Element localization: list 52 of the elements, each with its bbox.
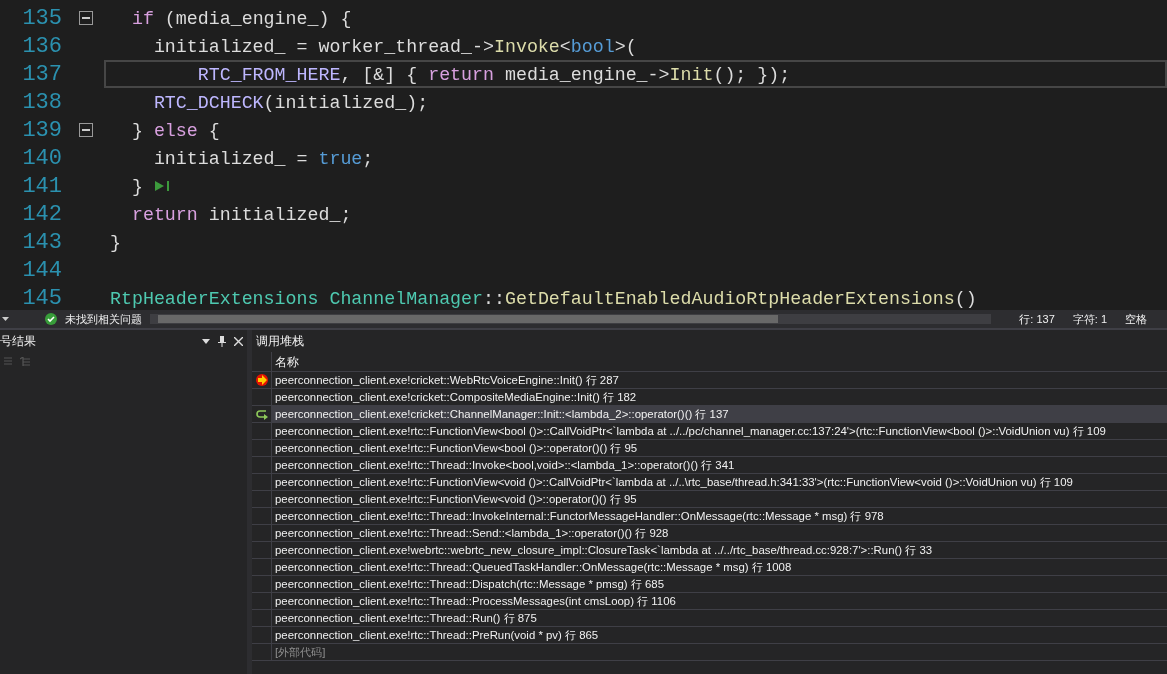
char-indicator: 字符: 1 — [1072, 311, 1107, 327]
stack-frame[interactable]: peerconnection_client.exe!cricket::WebRtcVoiceEngine::Init() 行 287 — [272, 372, 1167, 388]
dropdown-arrow-icon[interactable] — [202, 338, 210, 344]
code-line: if (media_engine_) { — [130, 8, 353, 31]
stack-frame[interactable]: peerconnection_client.exe!rtc::Thread::Dispatch(rtc::Message * pmsg) 行 685 — [272, 576, 1167, 592]
pin-icon[interactable] — [218, 335, 226, 347]
line-number: 138 — [21, 88, 63, 117]
pane-title[interactable]: 调用堆栈 — [256, 332, 304, 350]
code-line: } — [109, 232, 122, 255]
stack-frame[interactable]: peerconnection_client.exe!rtc::FunctionView<bool ()>::CallVoidPtr<`lambda at ../../pc/channel_manager.cc:137:24'>(rtc::FunctionView<bool ()>::VoidUnion vu) 行 109 — [272, 423, 1167, 439]
stack-frame[interactable]: peerconnection_client.exe!rtc::FunctionView<void ()>::operator()() 行 95 — [272, 491, 1167, 507]
check-icon — [45, 313, 57, 325]
line-indicator: 行: 137 — [1019, 311, 1055, 327]
stack-frame[interactable]: peerconnection_client.exe!rtc::Thread::Send::<lambda_1>::operator()() 行 928 — [272, 525, 1167, 541]
code-line: RtpHeaderExtensions ChannelManager::GetDefaultEnabledAudioRtpHeaderExtensions() — [109, 288, 978, 310]
pane-title[interactable]: 号结果 — [0, 332, 36, 350]
line-number: 137 — [21, 60, 63, 89]
collapse-icon[interactable] — [79, 11, 93, 25]
close-icon[interactable] — [234, 336, 243, 346]
issues-status[interactable]: 未找到相关问题 — [65, 310, 142, 328]
spacing-indicator: 空格 — [1125, 311, 1147, 327]
code-line: return initialized_; — [130, 204, 353, 227]
line-number: 135 — [21, 4, 63, 33]
stack-frame[interactable]: peerconnection_client.exe!cricket::ChannelManager::Init::<lambda_2>::operator()() 行 137 — [272, 406, 1167, 422]
code-line: } — [104, 172, 1167, 200]
stack-frame[interactable]: peerconnection_client.exe!webrtc::webrtc_new_closure_impl::ClosureTask<`lambda at ../../rtc_base/thread.cc:928:7'>::Run() 行 33 — [272, 542, 1167, 558]
dropdown-arrow-icon[interactable] — [2, 317, 9, 321]
line-number: 136 — [21, 32, 63, 61]
column-header[interactable]: 名称 — [272, 352, 299, 371]
stack-frame[interactable]: peerconnection_client.exe!rtc::Thread::Invoke<bool,void>::<lambda_1>::operator()() 行 341 — [272, 457, 1167, 473]
line-number: 143 — [21, 228, 63, 257]
stack-frame[interactable]: peerconnection_client.exe!cricket::CompositeMediaEngine::Init() 行 182 — [272, 389, 1167, 405]
stack-frame[interactable]: peerconnection_client.exe!rtc::FunctionView<bool ()>::operator()() 行 95 — [272, 440, 1167, 456]
line-number: 140 — [21, 144, 63, 173]
line-number: 145 — [21, 284, 63, 310]
line-number: 139 — [21, 116, 63, 145]
horizontal-scrollbar[interactable] — [150, 314, 992, 324]
stack-frame[interactable]: peerconnection_client.exe!rtc::Thread::Run() 行 875 — [272, 610, 1167, 626]
line-number: 141 — [21, 172, 63, 201]
stack-frame[interactable]: peerconnection_client.exe!rtc::FunctionView<void ()>::CallVoidPtr<`lambda at ../..\rtc_base/thread.h:341:33'>(rtc::FunctionView<void ()>::VoidUnion vu) 行 109 — [272, 474, 1167, 490]
code-line: initialized_ = true; — [152, 148, 375, 171]
line-number: 142 — [21, 200, 63, 229]
stack-frame[interactable]: peerconnection_client.exe!rtc::Thread::InvokeInternal::FunctorMessageHandler::OnMessage(rtc::Message * msg) 行 978 — [272, 508, 1167, 524]
line-number: 144 — [21, 256, 63, 285]
stack-frame[interactable]: peerconnection_client.exe!rtc::Thread::QueuedTaskHandler::OnMessage(rtc::Message * msg) 行 1008 — [272, 559, 1167, 575]
stack-frame[interactable]: peerconnection_client.exe!rtc::Thread::PreRun(void * pv) 行 865 — [272, 627, 1167, 643]
code-line: initialized_ = worker_thread_->Invoke<bool>( — [152, 36, 638, 59]
code-line: } else { — [130, 120, 221, 143]
collapse-icon[interactable] — [79, 123, 93, 137]
stack-frame[interactable]: [外部代码] — [272, 644, 1167, 660]
code-line: RTC_DCHECK(initialized_); — [152, 92, 430, 115]
stack-frame[interactable]: peerconnection_client.exe!rtc::Thread::ProcessMessages(int cmsLoop) 行 1106 — [272, 593, 1167, 609]
